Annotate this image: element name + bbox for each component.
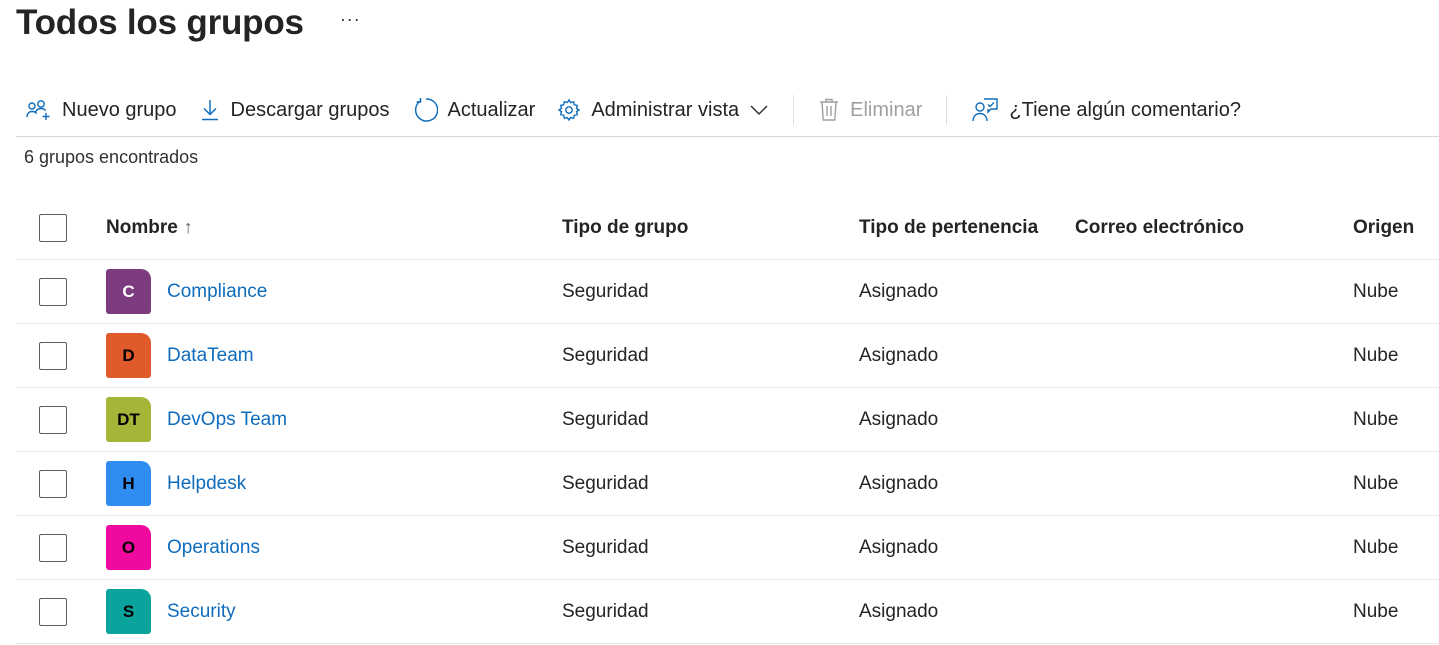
feedback-label: ¿Tiene algún comentario? <box>1009 98 1241 121</box>
people-add-icon <box>26 100 50 120</box>
row-checkbox[interactable] <box>39 533 67 562</box>
group-avatar: H <box>106 461 151 506</box>
more-options-button[interactable]: ··· <box>340 9 361 30</box>
title-row: Todos los grupos ··· <box>16 0 361 50</box>
row-checkbox[interactable] <box>39 341 67 370</box>
row-select-cell <box>39 516 67 579</box>
row-checkbox[interactable] <box>39 405 67 434</box>
group-type: Seguridad <box>562 472 649 494</box>
row-select-cell <box>39 388 67 451</box>
select-all-cell <box>39 196 67 259</box>
group-name-cell: D DataTeam <box>106 324 254 387</box>
trash-icon <box>820 98 839 121</box>
membership-type: Asignado <box>859 600 939 622</box>
membership-type: Asignado <box>859 408 939 430</box>
row-select-cell <box>39 452 67 515</box>
table-row[interactable]: S Security Seguridad Asignado Nube <box>16 580 1439 644</box>
membership-type: Asignado <box>859 536 939 558</box>
toolbar-divider-line <box>16 136 1439 137</box>
table-row[interactable]: DT DevOps Team Seguridad Asignado Nube <box>16 388 1439 452</box>
group-avatar: S <box>106 589 151 634</box>
group-avatar: D <box>106 333 151 378</box>
column-header-origin[interactable]: Origen <box>1353 196 1414 259</box>
refresh-label: Actualizar <box>447 98 536 121</box>
group-type: Seguridad <box>562 600 649 622</box>
refresh-button[interactable]: Actualizar <box>402 92 548 128</box>
manage-view-button[interactable]: Administrar vista <box>547 92 781 128</box>
group-avatar: DT <box>106 397 151 442</box>
new-group-label: Nuevo grupo <box>62 98 177 121</box>
table-row[interactable]: C Compliance Seguridad Asignado Nube <box>16 260 1439 324</box>
result-count: 6 grupos encontrados <box>24 147 199 167</box>
manage-view-label: Administrar vista <box>591 98 740 121</box>
group-origin: Nube <box>1353 600 1399 622</box>
group-origin: Nube <box>1353 472 1399 494</box>
group-avatar: C <box>106 269 151 314</box>
table-header: Nombre ↑ Tipo de grupo Tipo de pertenenc… <box>16 196 1439 260</box>
membership-type: Asignado <box>859 472 939 494</box>
group-name-link[interactable]: Compliance <box>167 281 267 303</box>
group-type: Seguridad <box>562 536 649 558</box>
group-name-link[interactable]: DataTeam <box>167 345 254 367</box>
feedback-icon <box>972 98 999 122</box>
group-origin: Nube <box>1353 344 1399 366</box>
row-checkbox[interactable] <box>39 597 67 626</box>
group-name-cell: H Helpdesk <box>106 452 246 515</box>
column-header-membership[interactable]: Tipo de pertenencia <box>859 196 1038 259</box>
group-name-cell: C Compliance <box>106 260 267 323</box>
row-select-cell <box>39 324 67 387</box>
group-name-cell: DT DevOps Team <box>106 388 287 451</box>
group-name-link[interactable]: DevOps Team <box>167 409 287 431</box>
table-body: C Compliance Seguridad Asignado Nube D D… <box>16 260 1439 644</box>
membership-type: Asignado <box>859 344 939 366</box>
table-row[interactable]: H Helpdesk Seguridad Asignado Nube <box>16 452 1439 516</box>
feedback-button[interactable]: ¿Tiene algún comentario? <box>961 92 1253 128</box>
toolbar-divider <box>946 95 948 125</box>
sort-ascending-icon: ↑ <box>183 217 193 237</box>
download-groups-button[interactable]: Descargar grupos <box>189 92 402 128</box>
toolbar-divider <box>793 95 795 125</box>
page-title: Todos los grupos <box>16 2 304 42</box>
download-groups-label: Descargar grupos <box>230 98 390 121</box>
column-header-mail[interactable]: Correo electrónico <box>1075 196 1244 259</box>
delete-button[interactable]: Eliminar <box>808 92 934 128</box>
download-icon <box>201 100 218 121</box>
refresh-icon <box>414 98 438 122</box>
table-row[interactable]: D DataTeam Seguridad Asignado Nube <box>16 324 1439 388</box>
group-name-cell: O Operations <box>106 516 260 579</box>
new-group-button[interactable]: Nuevo grupo <box>16 92 189 128</box>
group-type: Seguridad <box>562 280 649 302</box>
group-name-link[interactable]: Security <box>167 601 236 623</box>
table-row[interactable]: O Operations Seguridad Asignado Nube <box>16 516 1439 580</box>
group-origin: Nube <box>1353 408 1399 430</box>
row-checkbox[interactable] <box>39 277 67 306</box>
group-type: Seguridad <box>562 408 649 430</box>
command-bar: Nuevo grupo Descargar grupos Actualizar … <box>16 90 1253 130</box>
group-origin: Nube <box>1353 536 1399 558</box>
group-name-link[interactable]: Operations <box>167 537 260 559</box>
group-origin: Nube <box>1353 280 1399 302</box>
row-select-cell <box>39 260 67 323</box>
column-header-name[interactable]: Nombre ↑ <box>106 196 193 259</box>
group-name-link[interactable]: Helpdesk <box>167 473 246 495</box>
delete-label: Eliminar <box>850 98 923 121</box>
groups-table: Nombre ↑ Tipo de grupo Tipo de pertenenc… <box>16 196 1439 644</box>
group-avatar: O <box>106 525 151 570</box>
membership-type: Asignado <box>859 280 939 302</box>
groups-page: Todos los grupos ··· Nuevo grupo Descarg… <box>0 0 1439 645</box>
group-name-cell: S Security <box>106 580 236 643</box>
row-select-cell <box>39 580 67 643</box>
row-checkbox[interactable] <box>39 469 67 498</box>
select-all-checkbox[interactable] <box>39 213 67 242</box>
gear-icon <box>558 98 581 122</box>
chevron-down-icon <box>750 105 768 116</box>
column-header-name-label: Nombre <box>106 216 178 238</box>
column-header-type[interactable]: Tipo de grupo <box>562 196 688 259</box>
group-type: Seguridad <box>562 344 649 366</box>
